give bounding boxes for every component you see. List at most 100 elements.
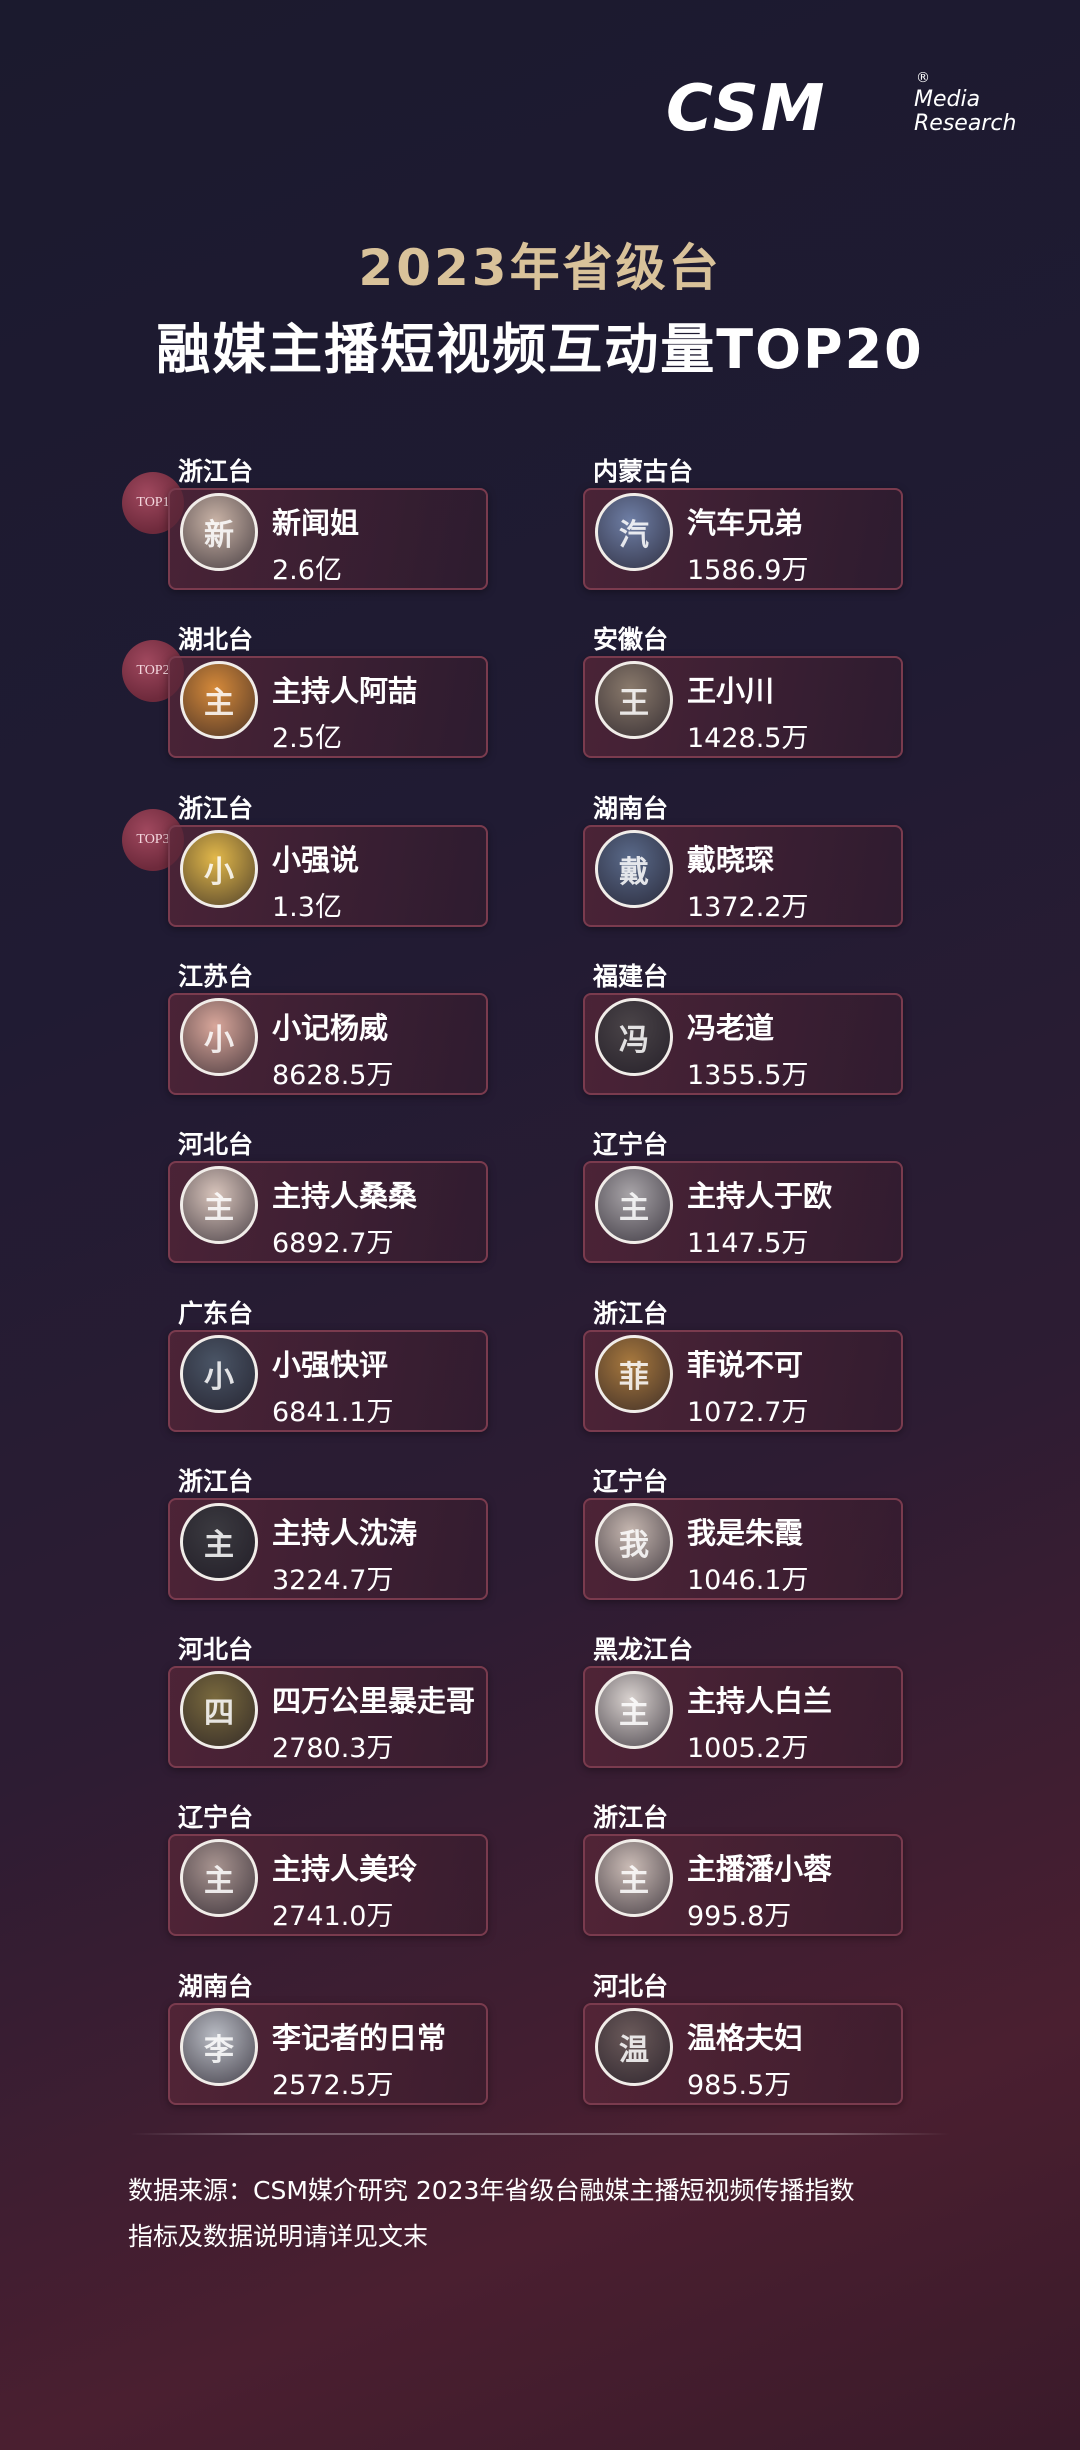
- station-label: 辽宁台: [178, 1803, 254, 1832]
- logo-registered-mark: ®: [916, 70, 930, 86]
- anchor-name: 李记者的日常: [272, 2021, 447, 2055]
- anchor-avatar: 主: [595, 1839, 673, 1917]
- avatar-initial: 主: [204, 686, 234, 721]
- anchor-avatar: 菲: [595, 1335, 673, 1413]
- avatar-initial: 戴: [619, 855, 649, 890]
- title-main: 融媒主播短视频互动量TOP20: [156, 318, 924, 381]
- interaction-value: 995.8万: [687, 1901, 792, 1932]
- anchor-avatar: 我: [595, 1503, 673, 1581]
- ranking-entry: 湖南台李 李记者的日常 2572.5万: [168, 1967, 488, 2122]
- interaction-value: 6841.1万: [272, 1397, 394, 1428]
- footer-divider: [130, 2133, 950, 2135]
- anchor-avatar: 主: [180, 661, 258, 739]
- anchor-name: 小强说: [272, 843, 360, 877]
- anchor-name: 菲说不可: [687, 1348, 804, 1382]
- csm-logo: CSM ® Media Research: [666, 68, 1036, 148]
- ranking-entry: 河北台温 温格夫妇 985.5万: [583, 1967, 903, 2122]
- station-label: 河北台: [593, 1972, 669, 2001]
- anchor-avatar: 王: [595, 661, 673, 739]
- avatar-initial: 主: [204, 1528, 234, 1563]
- anchor-name: 主播潘小蓉: [687, 1852, 833, 1886]
- anchor-avatar: 温: [595, 2008, 673, 2086]
- station-label: 福建台: [593, 962, 669, 991]
- anchor-name: 主持人阿喆: [272, 674, 418, 708]
- interaction-value: 8628.5万: [272, 1060, 394, 1091]
- interaction-value: 1072.7万: [687, 1397, 809, 1428]
- ranking-entry: 辽宁台主 主持人于欧 1147.5万: [583, 1125, 903, 1280]
- logo-brand: CSM: [666, 72, 827, 146]
- avatar-initial: 小: [204, 855, 234, 890]
- station-label: 内蒙古台: [593, 457, 694, 486]
- anchor-avatar: 戴: [595, 830, 673, 908]
- avatar-initial: 主: [619, 1696, 649, 1731]
- anchor-name: 我是朱霞: [687, 1516, 804, 1550]
- ranking-entry: 浙江台菲 菲说不可 1072.7万: [583, 1294, 903, 1449]
- interaction-value: 1.3亿: [272, 892, 342, 923]
- interaction-value: 3224.7万: [272, 1565, 394, 1596]
- interaction-value: 2.5亿: [272, 723, 342, 754]
- station-label: 江苏台: [178, 962, 254, 991]
- anchor-name: 四万公里暴走哥: [272, 1684, 476, 1718]
- avatar-initial: 菲: [619, 1360, 649, 1395]
- anchor-avatar: 主: [595, 1671, 673, 1749]
- station-label: 黑龙江台: [593, 1635, 694, 1664]
- anchor-name: 主持人沈涛: [272, 1516, 418, 1550]
- ranking-entry: 湖北台 TOP2 主主持人阿喆 2.5亿: [122, 620, 488, 775]
- interaction-value: 1372.2万: [687, 892, 809, 923]
- ranking-entry: 黑龙江台主 主持人白兰 1005.2万: [583, 1630, 903, 1785]
- station-label: 浙江台: [593, 1803, 669, 1832]
- anchor-avatar: 李: [180, 2008, 258, 2086]
- ranking-entry: 福建台冯 冯老道 1355.5万: [583, 957, 903, 1112]
- anchor-avatar: 主: [595, 1166, 673, 1244]
- avatar-initial: 小: [204, 1360, 234, 1395]
- station-label: 广东台: [178, 1299, 254, 1328]
- logo-subtitle: Media Research: [914, 87, 1017, 136]
- anchor-avatar: 冯: [595, 998, 673, 1076]
- interaction-value: 1147.5万: [687, 1228, 809, 1259]
- station-label: 浙江台: [178, 794, 254, 823]
- interaction-value: 1046.1万: [687, 1565, 809, 1596]
- avatar-initial: 汽: [619, 518, 649, 553]
- anchor-name: 新闻姐: [272, 506, 360, 540]
- anchor-name: 汽车兄弟: [687, 506, 804, 540]
- footer-note: 数据来源：CSM媒介研究 2023年省级台融媒主播短视频传播指数 指标及数据说明…: [128, 2168, 1008, 2260]
- interaction-value: 1428.5万: [687, 723, 809, 754]
- station-label: 河北台: [178, 1635, 254, 1664]
- anchor-name: 温格夫妇: [687, 2021, 804, 2055]
- anchor-avatar: 小: [180, 998, 258, 1076]
- interaction-value: 2.6亿: [272, 555, 342, 586]
- avatar-initial: 我: [619, 1528, 649, 1563]
- ranking-entry: 湖南台戴 戴晓琛 1372.2万: [583, 789, 903, 944]
- anchor-avatar: 小: [180, 1335, 258, 1413]
- anchor-name: 主持人白兰: [687, 1684, 833, 1718]
- anchor-name: 冯老道: [687, 1011, 775, 1045]
- footer-explanation: 指标及数据说明请详见文末: [128, 2222, 429, 2251]
- anchor-avatar: 主: [180, 1839, 258, 1917]
- avatar-initial: 主: [204, 1191, 234, 1226]
- interaction-value: 2572.5万: [272, 2070, 394, 2101]
- station-label: 河北台: [178, 1130, 254, 1159]
- ranking-entry: 广东台小 小强快评 6841.1万: [168, 1294, 488, 1449]
- station-label: 安徽台: [593, 625, 669, 654]
- interaction-value: 1586.9万: [687, 555, 809, 586]
- interaction-value: 985.5万: [687, 2070, 792, 2101]
- ranking-entry: 浙江台主 主持人沈涛 3224.7万: [168, 1462, 488, 1617]
- avatar-initial: 冯: [619, 1023, 649, 1058]
- interaction-value: 1355.5万: [687, 1060, 809, 1091]
- avatar-initial: 新: [204, 518, 234, 553]
- ranking-entry: 江苏台小 小记杨威 8628.5万: [168, 957, 488, 1112]
- anchor-avatar: 小: [180, 830, 258, 908]
- avatar-initial: 李: [204, 2033, 234, 2068]
- interaction-value: 1005.2万: [687, 1733, 809, 1764]
- interaction-value: 2741.0万: [272, 1901, 394, 1932]
- station-label: 湖南台: [593, 794, 669, 823]
- anchor-name: 小强快评: [272, 1348, 389, 1382]
- ranking-entry: 浙江台主 主播潘小蓉 995.8万: [583, 1798, 903, 1953]
- ranking-entry: 河北台主 主持人桑桑 6892.7万: [168, 1125, 488, 1280]
- avatar-initial: 小: [204, 1023, 234, 1058]
- footer-source: 数据来源：CSM媒介研究 2023年省级台融媒主播短视频传播指数: [128, 2176, 855, 2205]
- station-label: 浙江台: [178, 457, 254, 486]
- title-year: 2023年省级台: [358, 239, 722, 297]
- anchor-avatar: 汽: [595, 493, 673, 571]
- anchor-name: 主持人桑桑: [272, 1179, 418, 1213]
